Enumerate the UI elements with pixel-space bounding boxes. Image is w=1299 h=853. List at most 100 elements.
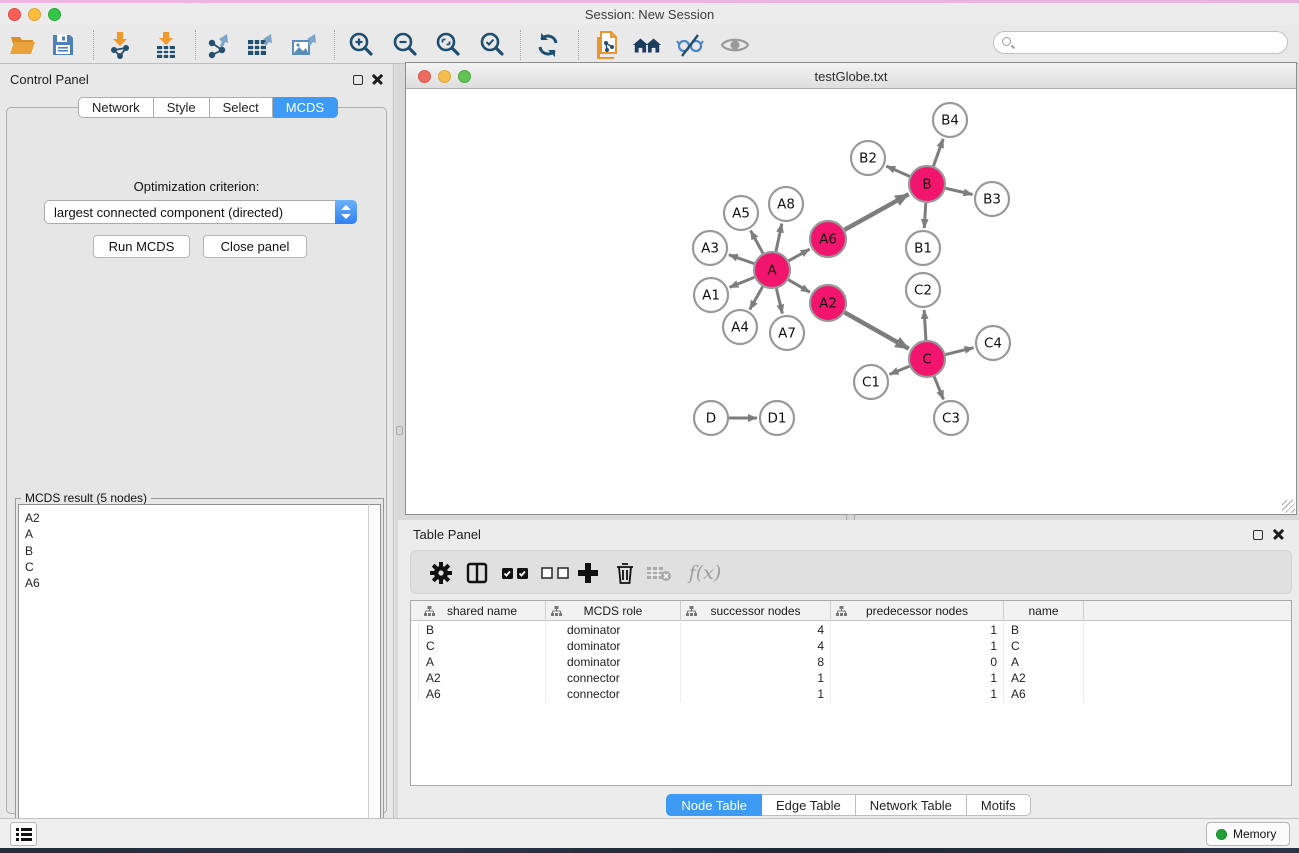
- table-row[interactable]: Bdominator41B: [411, 622, 1291, 638]
- tab-motifs[interactable]: Motifs: [967, 794, 1031, 816]
- run-mcds-button[interactable]: Run MCDS: [93, 235, 190, 258]
- float-icon[interactable]: [1253, 530, 1263, 540]
- column-header-shared-name[interactable]: shared name: [419, 601, 546, 621]
- zoom-in-icon[interactable]: [346, 31, 376, 59]
- result-item[interactable]: C: [25, 559, 380, 575]
- graph-edge-A6-B[interactable]: [845, 194, 909, 230]
- save-session-icon[interactable]: [48, 31, 78, 59]
- column-header-mcds-role[interactable]: MCDS role: [546, 601, 681, 621]
- result-scrollbar[interactable]: [368, 504, 381, 840]
- import-table-icon[interactable]: [151, 31, 181, 59]
- mcds-result-box: MCDS result (5 nodes) A2ABCA6: [15, 498, 384, 843]
- table-cell: connector: [546, 686, 681, 702]
- clone-network-icon[interactable]: [592, 31, 622, 59]
- trash-icon[interactable]: [611, 560, 639, 586]
- result-item[interactable]: A: [25, 526, 380, 542]
- tab-network-table[interactable]: Network Table: [856, 794, 967, 816]
- eye-icon[interactable]: [720, 31, 750, 59]
- memory-button[interactable]: Memory: [1206, 822, 1290, 846]
- result-item[interactable]: A2: [25, 510, 380, 526]
- graph-edge-A-A5[interactable]: [751, 231, 763, 254]
- add-column-icon[interactable]: [574, 560, 602, 586]
- graph-edge-A-A2[interactable]: [788, 280, 810, 293]
- node-table: shared name MCDS role successor nodes pr…: [410, 600, 1292, 786]
- delete-table-icon[interactable]: [645, 560, 673, 586]
- mcds-result-title: MCDS result (5 nodes): [21, 491, 151, 505]
- search-field[interactable]: [993, 31, 1288, 54]
- network-window-titlebar[interactable]: testGlobe.txt: [406, 63, 1296, 89]
- optimization-criterion-label: Optimization criterion:: [7, 179, 386, 194]
- graph-edge-A-A4[interactable]: [750, 287, 763, 310]
- criterion-dropdown[interactable]: largest connected component (directed): [44, 200, 357, 224]
- graph-edge-A-A1[interactable]: [730, 277, 755, 287]
- graph-edge-A2-C[interactable]: [845, 312, 909, 348]
- table-cell: 4: [681, 638, 831, 654]
- result-item[interactable]: A6: [25, 575, 380, 591]
- hide-glasses-icon[interactable]: [675, 31, 705, 59]
- graph-node-label: B2: [859, 151, 877, 167]
- table-cell: 4: [681, 622, 831, 638]
- graph-edge-C-C2[interactable]: [924, 310, 926, 340]
- graph-edge-C-C3[interactable]: [934, 377, 943, 400]
- table-row[interactable]: A6connector11A6: [411, 686, 1291, 702]
- graph-edge-A-A6[interactable]: [789, 249, 810, 261]
- graph-edge-B-B2[interactable]: [886, 166, 909, 176]
- gear-icon[interactable]: [427, 560, 455, 586]
- graph-edge-C-C4[interactable]: [945, 348, 973, 355]
- open-session-icon[interactable]: [8, 31, 38, 59]
- graph-edge-A-A7[interactable]: [776, 288, 782, 313]
- graph-node-label: C2: [914, 283, 932, 299]
- deselect-all-icon[interactable]: [541, 560, 569, 586]
- column-header-predecessor-nodes[interactable]: predecessor nodes: [831, 601, 1004, 621]
- close-icon[interactable]: [1273, 529, 1284, 540]
- tab-select[interactable]: Select: [210, 97, 273, 118]
- table-cell: 1: [831, 686, 1004, 702]
- float-icon[interactable]: [353, 75, 363, 85]
- zoom-fit-icon[interactable]: [433, 31, 463, 59]
- tab-node-table[interactable]: Node Table: [666, 794, 762, 816]
- graph-edge-A-A3[interactable]: [729, 255, 754, 264]
- result-item[interactable]: B: [25, 543, 380, 559]
- task-history-button[interactable]: [10, 822, 37, 846]
- import-network-icon[interactable]: [105, 31, 135, 59]
- table-cell: A6: [419, 686, 546, 702]
- resize-grip-icon[interactable]: [1282, 500, 1295, 513]
- graph-edge-A-A8[interactable]: [776, 224, 782, 252]
- table-row[interactable]: A2connector11A2: [411, 670, 1291, 686]
- tab-edge-table[interactable]: Edge Table: [762, 794, 856, 816]
- network-canvas[interactable]: B4B2BB3A8A5A6A3B1AC2A1A2A4A7C4CC1C3DD1: [406, 89, 1296, 514]
- column-header-name[interactable]: name: [1004, 601, 1084, 621]
- export-image-icon[interactable]: [290, 31, 320, 59]
- tab-mcds[interactable]: MCDS: [273, 97, 338, 118]
- tab-style[interactable]: Style: [154, 97, 210, 118]
- zoom-out-icon[interactable]: [390, 31, 420, 59]
- table-row[interactable]: Adominator80A: [411, 654, 1291, 670]
- columns-icon[interactable]: [463, 560, 491, 586]
- mcds-result-list[interactable]: A2ABCA6: [18, 504, 381, 840]
- titlebar: Session: New Session: [0, 3, 1299, 25]
- search-input[interactable]: [1018, 33, 1278, 52]
- toolbar-separator: [93, 30, 94, 60]
- select-all-icon[interactable]: [501, 560, 529, 586]
- application-window: Session: New Session: [0, 0, 1299, 853]
- close-icon[interactable]: [372, 74, 383, 85]
- tab-network[interactable]: Network: [78, 97, 154, 118]
- graph-edge-B-B3[interactable]: [946, 188, 973, 194]
- graph-node-label: A4: [731, 320, 749, 336]
- home-icon[interactable]: [632, 31, 662, 59]
- graph-node-label: A7: [778, 326, 796, 342]
- splitpane-handle[interactable]: [396, 426, 403, 435]
- table-row[interactable]: Cdominator41C: [411, 638, 1291, 654]
- close-panel-button[interactable]: Close panel: [203, 235, 307, 258]
- refresh-icon[interactable]: [533, 31, 563, 59]
- function-builder-icon[interactable]: f(x): [683, 560, 727, 586]
- graph-edge-B-B4[interactable]: [933, 139, 943, 166]
- graph-node-label: A: [767, 263, 777, 279]
- export-network-icon[interactable]: [204, 31, 234, 59]
- network-graph[interactable]: B4B2BB3A8A5A6A3B1AC2A1A2A4A7C4CC1C3DD1: [406, 89, 1296, 514]
- column-header-successor-nodes[interactable]: successor nodes: [681, 601, 831, 621]
- graph-edge-C-C1[interactable]: [890, 366, 910, 374]
- zoom-selected-icon[interactable]: [477, 31, 507, 59]
- graph-edge-B-B1[interactable]: [924, 203, 926, 228]
- export-table-icon[interactable]: [246, 31, 276, 59]
